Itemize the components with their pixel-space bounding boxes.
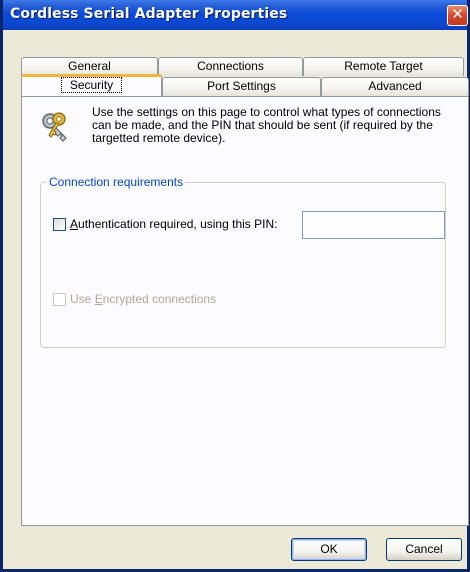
tab-port-settings[interactable]: Port Settings [162,77,321,96]
tab-advanced[interactable]: Advanced [321,77,469,96]
title-bar[interactable]: Cordless Serial Adapter Properties ✕ [3,0,468,30]
tab-connections-label: Connections [197,59,264,73]
tab-port-settings-label: Port Settings [207,79,276,93]
tab-security-label: Security [60,77,123,93]
authentication-checkbox[interactable] [53,218,66,231]
encrypted-connections-checkbox[interactable] [53,293,66,306]
intro-text: Use the settings on this page to control… [92,105,441,145]
pin-input[interactable] [302,211,445,239]
ok-button[interactable]: OK [291,538,367,561]
close-icon: ✕ [451,5,464,23]
properties-dialog: Cordless Serial Adapter Properties ✕ Gen… [0,0,470,572]
cancel-button[interactable]: Cancel [386,538,462,561]
close-button[interactable]: ✕ [447,5,468,26]
tab-remote-target[interactable]: Remote Target [303,57,464,76]
encrypted-connections-label[interactable]: Use Encrypted connections [70,292,216,306]
authentication-label[interactable]: Authentication required, using this PIN: [70,217,277,231]
tab-connections[interactable]: Connections [158,57,303,76]
group-title: Connection requirements [47,175,186,189]
tab-general-label: General [68,59,111,73]
tab-remote-target-label: Remote Target [344,59,423,73]
connection-requirements-group: Connection requirements [40,175,446,348]
tab-advanced-label: Advanced [368,79,422,93]
security-tab-panel: Use the settings on this page to control… [21,96,469,526]
key-icon [42,112,67,142]
tab-security[interactable]: Security [21,74,162,96]
window-title: Cordless Serial Adapter Properties [10,6,288,22]
